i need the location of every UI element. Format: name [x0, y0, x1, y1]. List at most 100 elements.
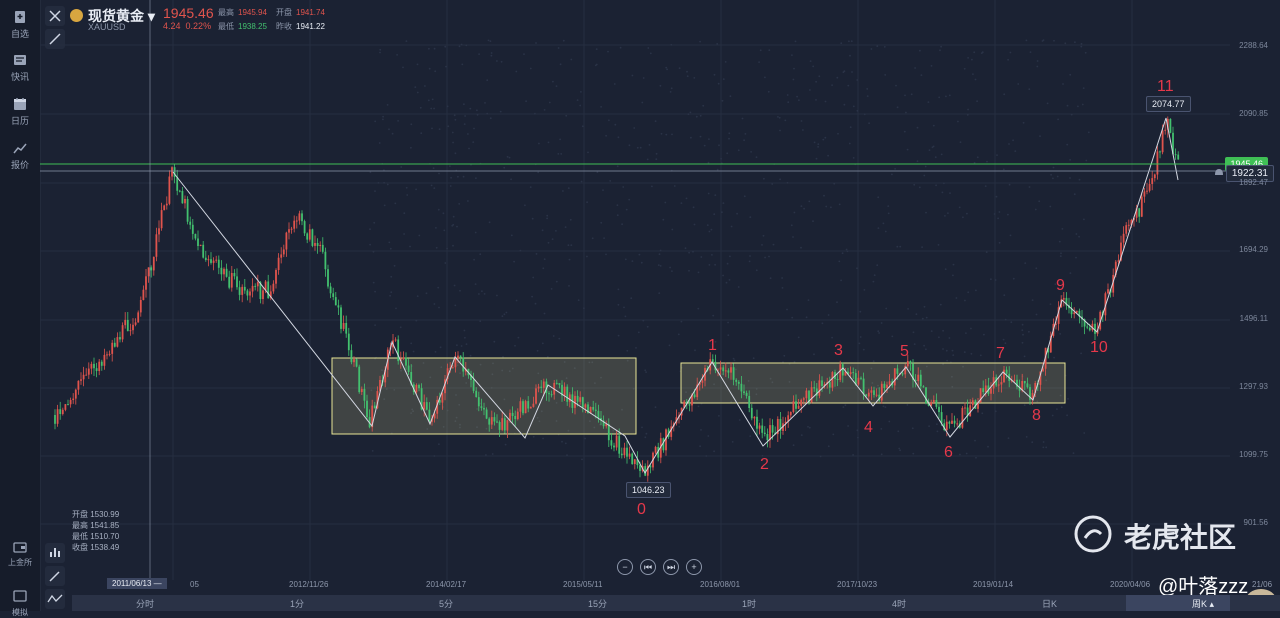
candle-body: [95, 368, 98, 371]
candle-body: [922, 386, 925, 388]
map-dot: [637, 331, 640, 334]
candlestick-chart[interactable]: [40, 0, 1280, 595]
map-dot: [406, 194, 409, 196]
map-dot: [659, 265, 662, 267]
sidebar-item-quotes[interactable]: 报价: [0, 141, 40, 171]
tab-15min[interactable]: 15分: [588, 597, 607, 610]
candle-body: [1088, 327, 1091, 331]
candle-body: [732, 367, 735, 380]
candle-body: [160, 210, 163, 229]
map-dot: [1046, 102, 1049, 105]
candle-body: [327, 269, 329, 287]
sidebar-item-news[interactable]: 快讯: [0, 53, 40, 83]
candle-body: [334, 297, 337, 306]
candle-body: [503, 418, 506, 431]
tab-1hour[interactable]: 1时: [742, 597, 756, 610]
map-dot: [697, 405, 700, 408]
candle-body: [329, 286, 332, 294]
tab-4hour[interactable]: 4时: [892, 597, 906, 610]
map-dot: [608, 119, 610, 122]
candle-body: [1086, 326, 1089, 328]
map-dot: [721, 99, 724, 102]
sidebar-item-calendar[interactable]: 日历: [0, 97, 40, 127]
map-dot: [737, 286, 740, 288]
map-dot: [1023, 404, 1026, 407]
map-dot: [489, 117, 492, 120]
map-dot: [823, 194, 825, 197]
candle-body: [836, 379, 839, 380]
map-dot: [706, 224, 709, 227]
map-dot: [936, 423, 938, 426]
sidebar-item-watchlist[interactable]: 自选: [0, 10, 40, 40]
header-open: 开盘 1941.74: [276, 8, 325, 17]
zoom-out-button[interactable]: −: [617, 559, 633, 575]
map-dot: [619, 46, 622, 49]
map-dot: [726, 152, 729, 155]
map-dot: [920, 74, 923, 76]
wave-label-1: 1: [708, 337, 717, 354]
map-dot: [731, 441, 734, 443]
zoom-in-button[interactable]: +: [686, 559, 702, 575]
tab-weekly[interactable]: 周K ▴: [1192, 597, 1214, 610]
map-dot: [464, 336, 466, 339]
tab-5min[interactable]: 5分: [439, 597, 453, 610]
map-dot: [396, 54, 398, 56]
tab-daily[interactable]: 日K: [1042, 597, 1057, 610]
tab-timeshare[interactable]: 分时: [136, 597, 154, 610]
map-dot: [748, 260, 751, 263]
candle-body: [423, 402, 426, 410]
candle-body: [111, 342, 114, 354]
map-dot: [827, 314, 830, 316]
map-dot: [624, 258, 627, 261]
map-dot: [852, 454, 854, 456]
map-dot: [1070, 113, 1073, 116]
map-dot: [389, 294, 391, 297]
scroll-start-button[interactable]: ⏮: [640, 559, 656, 575]
map-dot: [551, 238, 554, 241]
candle-body: [758, 425, 761, 429]
map-dot: [994, 279, 997, 281]
map-dot: [496, 294, 498, 297]
candle-body: [184, 199, 186, 204]
map-dot: [552, 80, 554, 83]
candle-body: [740, 383, 743, 392]
map-dot: [1003, 93, 1006, 96]
candle-body: [867, 392, 870, 397]
candle-body: [314, 243, 316, 246]
candle-body: [129, 330, 132, 332]
tab-1min[interactable]: 1分: [290, 597, 304, 610]
candle-body: [756, 416, 758, 429]
candle-body: [457, 355, 459, 359]
map-dot: [1042, 446, 1045, 449]
map-dot: [824, 100, 827, 103]
map-dot: [639, 146, 642, 149]
map-dot: [857, 436, 859, 439]
map-dot: [877, 330, 880, 333]
scroll-end-button[interactable]: ⏭: [663, 559, 679, 575]
map-dot: [822, 138, 825, 141]
map-dot: [489, 40, 492, 43]
ohlc-low: 最低 1510.70: [72, 532, 120, 541]
sidebar-item-label: 日历: [10, 116, 29, 126]
candle-body: [163, 205, 166, 211]
map-dot: [613, 83, 616, 85]
map-dot: [645, 432, 648, 435]
map-dot: [410, 123, 413, 126]
map-dot: [483, 293, 486, 295]
map-dot: [680, 320, 683, 323]
map-dot: [546, 217, 548, 220]
map-dot: [884, 406, 887, 408]
bell-icon[interactable]: [1213, 166, 1225, 178]
map-dot: [657, 264, 660, 266]
map-dot: [949, 192, 951, 195]
map-dot: [764, 256, 766, 259]
map-dot: [932, 145, 935, 148]
sidebar-item-simulate[interactable]: 模拟: [0, 590, 40, 618]
candle-body: [727, 370, 730, 373]
sidebar-item-sge[interactable]: 上金所: [0, 540, 40, 568]
map-dot: [393, 264, 396, 267]
map-dot: [710, 228, 713, 231]
map-dot: [793, 67, 795, 70]
sidebar-item-label: 上金所: [8, 558, 32, 567]
map-dot: [868, 122, 870, 125]
